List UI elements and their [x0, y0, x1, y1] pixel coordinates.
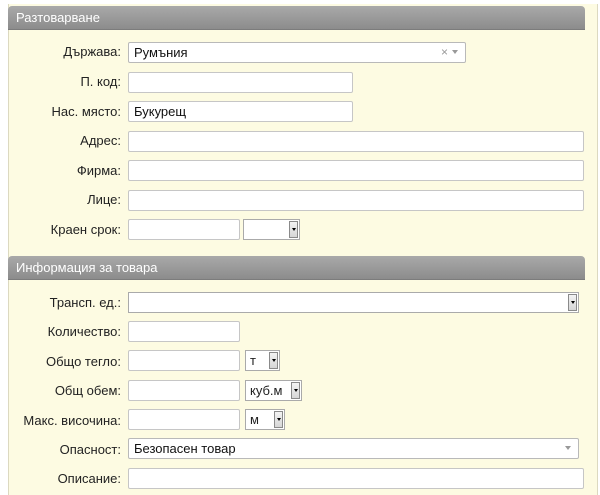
- country-value: Румъния: [134, 45, 188, 60]
- weight-unit-value: т: [250, 353, 256, 368]
- deadline-label: Краен срок:: [50, 222, 121, 237]
- total-weight-field[interactable]: [128, 350, 240, 371]
- transport-unit-label: Трансп. ед.:: [49, 295, 121, 310]
- person-label: Лице:: [87, 192, 121, 207]
- dropdown-arrow-icon: [269, 352, 278, 369]
- total-volume-field[interactable]: [128, 380, 240, 401]
- person-field[interactable]: [128, 190, 584, 211]
- max-height-label: Макс. височина:: [23, 413, 121, 428]
- weight-unit-select[interactable]: т: [245, 350, 280, 371]
- quantity-field[interactable]: [128, 321, 240, 342]
- description-label: Описание:: [57, 471, 121, 486]
- section-header-goods: Информация за товара: [8, 256, 585, 280]
- country-label: Държава:: [63, 44, 121, 59]
- max-height-field[interactable]: [128, 409, 240, 430]
- city-field[interactable]: Букурещ: [128, 101, 353, 122]
- address-field[interactable]: [128, 131, 584, 152]
- section-header-unloading: Разтоварване: [8, 6, 585, 30]
- total-weight-label: Общо тегло:: [45, 354, 121, 369]
- postcode-label: П. код:: [80, 74, 121, 89]
- total-volume-label: Общ обем:: [54, 383, 121, 398]
- volume-unit-select[interactable]: куб.м: [245, 380, 302, 401]
- address-label: Адрес:: [80, 133, 121, 148]
- deadline-date-field[interactable]: [128, 219, 240, 240]
- postcode-field[interactable]: [128, 72, 353, 93]
- height-unit-value: м: [250, 412, 259, 427]
- company-label: Фирма:: [76, 163, 121, 178]
- country-select[interactable]: Румъния ×: [128, 42, 466, 63]
- danger-label: Опасност:: [59, 442, 121, 457]
- transport-unit-select[interactable]: [128, 292, 579, 313]
- danger-value: Безопасен товар: [134, 441, 236, 456]
- danger-select[interactable]: Безопасен товар: [128, 438, 579, 459]
- chevron-down-icon: [452, 50, 458, 54]
- dropdown-arrow-icon: [291, 382, 300, 399]
- company-field[interactable]: [128, 160, 584, 181]
- city-label: Нас. място:: [51, 104, 121, 119]
- quantity-label: Количество:: [47, 324, 121, 339]
- deadline-time-select[interactable]: [243, 219, 300, 240]
- description-field[interactable]: [128, 468, 584, 489]
- chevron-down-icon: [565, 446, 571, 450]
- dropdown-arrow-icon: [289, 221, 298, 238]
- dropdown-arrow-icon: [568, 294, 577, 311]
- height-unit-select[interactable]: м: [245, 409, 285, 430]
- clear-icon[interactable]: ×: [441, 43, 448, 62]
- volume-unit-value: куб.м: [250, 383, 283, 398]
- dropdown-arrow-icon: [274, 411, 283, 428]
